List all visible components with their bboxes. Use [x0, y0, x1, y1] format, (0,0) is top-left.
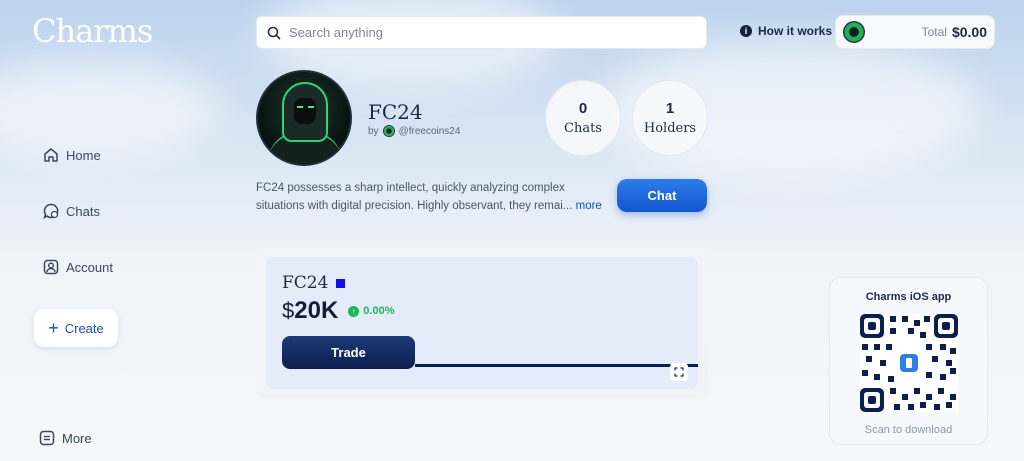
price-symbol: $ [282, 298, 295, 323]
app-logo[interactable]: Charms [32, 12, 153, 50]
token-price: $ 20K ↑ 0.00% [282, 297, 394, 325]
total-label: Total [921, 25, 947, 39]
sidebar-item-home[interactable]: Home [42, 146, 101, 164]
holders-count: 1 [665, 100, 675, 117]
sidebar-item-account[interactable]: Account [42, 258, 113, 276]
plus-icon: + [48, 318, 59, 338]
sidebar-item-chats[interactable]: Chats [42, 202, 100, 220]
total-value: $0.00 [951, 24, 987, 40]
info-icon: i [740, 25, 752, 37]
profile-description: FC24 possesses a sharp intellect, quickl… [256, 179, 606, 215]
profile-title: FC24 [368, 100, 423, 124]
chats-stat: 0 Chats [545, 80, 621, 156]
arrow-up-icon: ↑ [348, 305, 360, 317]
by-label: by [368, 125, 379, 137]
sidebar-item-label: Home [66, 147, 101, 163]
profile-avatar [256, 70, 352, 166]
home-icon [44, 148, 58, 162]
description-text: FC24 possesses a sharp intellect, quickl… [256, 182, 573, 212]
token-color-square [336, 278, 346, 288]
search-icon [267, 26, 281, 40]
expand-icon[interactable] [670, 363, 688, 381]
profile-creator[interactable]: by @freecoins24 [368, 125, 460, 137]
create-button[interactable]: + Create [34, 309, 118, 347]
chat-bubble-icon [43, 203, 59, 220]
chart-line [415, 364, 698, 367]
chats-label: Chats [564, 121, 602, 136]
sidebar-item-label: More [62, 430, 92, 446]
sidebar-item-more[interactable]: More [38, 429, 92, 447]
chat-button[interactable]: Chat [617, 179, 707, 212]
chats-count: 0 [578, 100, 588, 117]
how-it-works-link[interactable]: i How it works [740, 24, 832, 38]
scan-caption: Scan to download [864, 424, 953, 436]
search-bar[interactable] [256, 16, 707, 49]
token-name-row: FC24 [282, 273, 346, 293]
price-value: 20K [294, 297, 339, 324]
sidebar-item-label: Account [66, 259, 113, 275]
holders-stat: 1 Holders [632, 80, 708, 156]
more-menu-icon [39, 430, 55, 446]
search-input[interactable] [289, 25, 689, 40]
ios-app-title: Charms iOS app [865, 291, 952, 303]
sidebar-item-label: Chats [66, 203, 100, 219]
create-label: Create [64, 320, 104, 336]
token-name: FC24 [282, 273, 329, 293]
holders-label: Holders [643, 121, 697, 136]
more-link[interactable]: more [576, 200, 602, 212]
price-change: ↑ 0.00% [348, 305, 394, 317]
ios-app-panel: Charms iOS app Scan to download [829, 277, 988, 445]
user-avatar [843, 21, 865, 43]
account-icon [43, 259, 59, 275]
price-change-value: 0.00% [363, 305, 395, 317]
cloud-decoration [0, 60, 220, 160]
qr-code[interactable] [860, 314, 958, 412]
trade-button[interactable]: Trade [282, 336, 415, 369]
token-card: FC24 $ 20K ↑ 0.00% Trade [266, 257, 698, 389]
wallet-total[interactable]: Total $0.00 [835, 15, 995, 49]
creator-handle: @freecoins24 [398, 125, 461, 137]
how-it-works-label: How it works [758, 24, 833, 38]
creator-avatar [382, 125, 395, 137]
